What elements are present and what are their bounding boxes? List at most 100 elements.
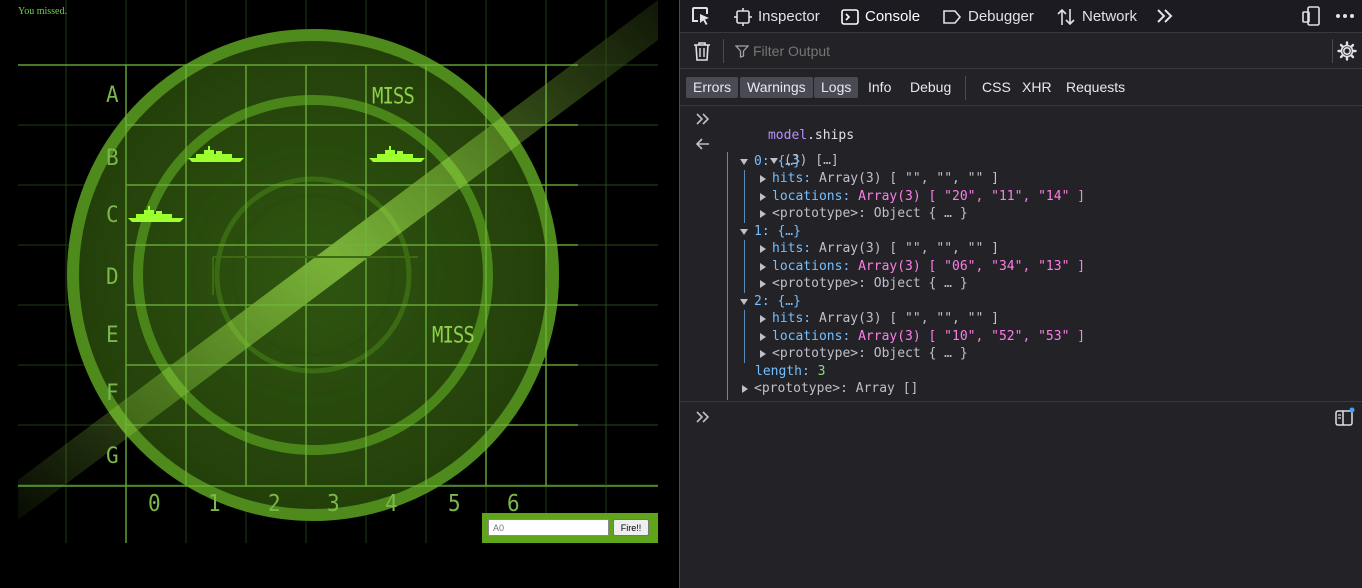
- ship-icon: [188, 146, 244, 162]
- inspector-icon: [734, 7, 752, 26]
- more-options-icon[interactable]: [1335, 6, 1355, 26]
- ship-icon: [369, 146, 425, 162]
- row-label-d: D: [106, 264, 119, 290]
- ship-hits[interactable]: hits: Array(3) [ "", "", "" ]: [760, 310, 999, 327]
- tab-network[interactable]: Network: [1056, 0, 1137, 33]
- collapse-triangle-icon[interactable]: [760, 314, 766, 323]
- prompt-chevron-icon: [696, 411, 710, 423]
- filter-requests[interactable]: Requests: [1059, 77, 1132, 98]
- prop-value: Array(3) [ "", "", "" ]: [818, 311, 999, 326]
- input-chevron-icon: [696, 113, 710, 125]
- filter-debug[interactable]: Debug: [903, 77, 958, 98]
- col-label-4: 4: [385, 490, 398, 517]
- prop-value: 3: [817, 364, 826, 379]
- prop-key: hits:: [772, 311, 819, 326]
- prop-key: hits:: [772, 171, 819, 186]
- more-tabs-icon[interactable]: [1156, 7, 1174, 25]
- ship-index: 2: {…}: [754, 294, 801, 309]
- ship-index: 0: {…}: [754, 154, 801, 169]
- collapse-triangle-icon[interactable]: [760, 174, 766, 183]
- array-prototype[interactable]: <prototype>: Array []: [742, 380, 918, 397]
- devtools-tabbar: Inspector Console Debugger Network: [680, 0, 1362, 33]
- prop-value: <prototype>: Object { … }: [772, 276, 968, 291]
- collapse-triangle-icon[interactable]: [760, 209, 766, 218]
- row-label-a: A: [106, 82, 119, 108]
- network-icon: [1057, 8, 1075, 25]
- tree-guide: [744, 310, 745, 363]
- tree-guide: [744, 170, 745, 223]
- prop-value: Array(3) [ "", "", "" ]: [818, 241, 999, 256]
- collapse-triangle-icon[interactable]: [760, 279, 766, 288]
- prop-value: Array(3) [ "06", "34", "13" ]: [858, 259, 1086, 274]
- col-label-1: 1: [208, 490, 221, 517]
- responsive-design-icon[interactable]: [1301, 6, 1321, 26]
- row-label-c: C: [106, 202, 119, 228]
- expand-triangle-icon[interactable]: [740, 158, 748, 165]
- filter-output-input[interactable]: [733, 40, 1313, 62]
- tab-inspector[interactable]: Inspector: [734, 0, 820, 33]
- toolbar-divider: [723, 39, 724, 63]
- filter-info[interactable]: Info: [861, 77, 898, 98]
- split-console-icon[interactable]: [1334, 407, 1356, 427]
- tab-console-label: Console: [865, 8, 921, 25]
- row-label-f: F: [106, 380, 119, 406]
- guess-input[interactable]: [488, 519, 609, 536]
- tab-debugger[interactable]: Debugger: [942, 0, 1034, 33]
- ship-prototype[interactable]: <prototype>: Object { … }: [760, 205, 968, 222]
- ship-entry-1[interactable]: 1: {…}: [740, 223, 801, 240]
- tab-debugger-label: Debugger: [968, 8, 1034, 25]
- devtools-panel: Inspector Console Debugger Network Filte…: [679, 0, 1362, 588]
- gear-icon[interactable]: [1337, 41, 1357, 61]
- game-message: You missed.: [18, 6, 67, 17]
- ship-entry-0[interactable]: 0: {…}: [740, 153, 801, 170]
- filter-logs[interactable]: Logs: [814, 77, 859, 98]
- trash-icon[interactable]: [693, 41, 711, 61]
- filter-warnings[interactable]: Warnings: [740, 77, 813, 98]
- ship-index: 1: {…}: [754, 224, 801, 239]
- expand-triangle-icon[interactable]: [740, 228, 748, 235]
- collapse-triangle-icon[interactable]: [760, 192, 766, 201]
- expand-triangle-icon[interactable]: [740, 298, 748, 305]
- game-pane: A B C D E F G 0 1 2 3 4 5 6 MISS MISS Yo…: [0, 0, 679, 588]
- col-label-5: 5: [448, 490, 461, 517]
- ship-prototype[interactable]: <prototype>: Object { … }: [760, 275, 968, 292]
- ship-hits[interactable]: hits: Array(3) [ "", "", "" ]: [760, 170, 999, 187]
- ship-locations[interactable]: locations: Array(3) [ "10", "52", "53" ]: [760, 328, 1085, 345]
- prop-value: Array(3) [ "", "", "" ]: [818, 171, 999, 186]
- fire-button[interactable]: Fire!!: [613, 519, 649, 536]
- prop-key: locations:: [772, 329, 859, 344]
- tab-network-label: Network: [1082, 8, 1138, 25]
- collapse-triangle-icon[interactable]: [760, 244, 766, 253]
- tree-guide: [744, 240, 745, 293]
- filter-errors[interactable]: Errors: [686, 77, 739, 98]
- collapse-triangle-icon[interactable]: [742, 384, 748, 393]
- prop-value: <prototype>: Object { … }: [772, 346, 968, 361]
- console-prompt[interactable]: [680, 403, 1362, 588]
- col-label-3: 3: [327, 490, 340, 517]
- miss-marker: MISS: [432, 323, 475, 349]
- collapse-triangle-icon[interactable]: [760, 349, 766, 358]
- prop-value: <prototype>: Object { … }: [772, 206, 968, 221]
- filter-xhr[interactable]: XHR: [1015, 77, 1059, 98]
- ship-hits[interactable]: hits: Array(3) [ "", "", "" ]: [760, 240, 999, 257]
- tab-console[interactable]: Console: [841, 0, 920, 33]
- array-length: length: 3: [755, 363, 825, 380]
- game-board[interactable]: A B C D E F G 0 1 2 3 4 5 6 MISS MISS: [18, 0, 658, 543]
- collapse-triangle-icon[interactable]: [760, 332, 766, 341]
- result-arrow-icon: [696, 138, 709, 150]
- collapse-triangle-icon[interactable]: [760, 262, 766, 271]
- prop-key: hits:: [772, 241, 819, 256]
- filter-css[interactable]: CSS: [975, 77, 1018, 98]
- ship-locations[interactable]: locations: Array(3) [ "06", "34", "13" ]: [760, 258, 1085, 275]
- ship-locations[interactable]: locations: Array(3) [ "20", "11", "14" ]: [760, 188, 1085, 205]
- toolbar-divider: [965, 76, 966, 100]
- ship-prototype[interactable]: <prototype>: Object { … }: [760, 345, 968, 362]
- console-output: model.ships (3) […] 0: {…} hits: Array(3…: [680, 106, 1362, 402]
- result-summary[interactable]: (3) […]: [723, 135, 839, 168]
- ship-entry-2[interactable]: 2: {…}: [740, 293, 801, 310]
- row-label-g: G: [106, 443, 119, 469]
- guess-form: Fire!!: [482, 513, 658, 543]
- row-label-b: B: [106, 145, 119, 171]
- col-label-2: 2: [268, 490, 281, 517]
- element-picker-icon[interactable]: [690, 5, 712, 27]
